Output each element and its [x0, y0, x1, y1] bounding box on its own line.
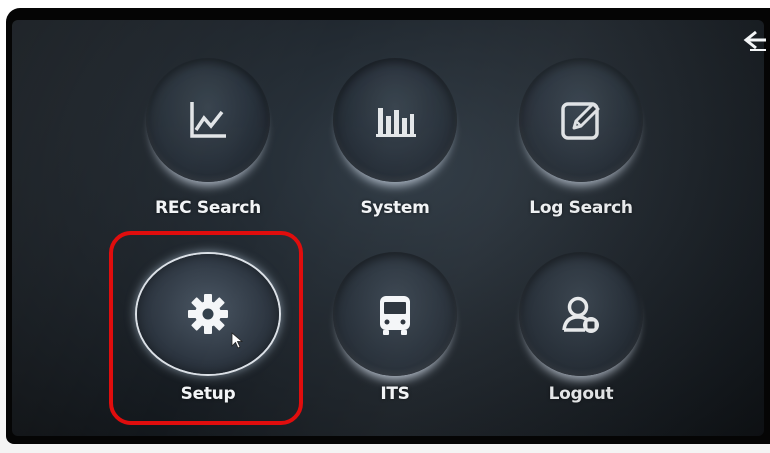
- system-label: System: [360, 198, 430, 218]
- menu-item-log-search[interactable]: Log Search: [496, 40, 666, 220]
- menu-item-logout[interactable]: Logout: [496, 234, 666, 414]
- system-button[interactable]: [333, 58, 457, 182]
- gear-icon: [188, 294, 228, 334]
- bus-icon: [380, 296, 410, 335]
- edit-icon: [561, 102, 600, 140]
- logout-label: Logout: [548, 384, 614, 404]
- log-search-button[interactable]: [519, 58, 643, 182]
- its-button[interactable]: [333, 252, 457, 376]
- user-logout-icon: [562, 296, 599, 333]
- menu-item-its[interactable]: ITS: [310, 234, 480, 414]
- menu-item-system[interactable]: System: [310, 40, 480, 220]
- setup-button[interactable]: [137, 254, 279, 374]
- mouse-cursor-icon: [231, 332, 244, 349]
- menu-item-setup[interactable]: Setup: [123, 234, 293, 414]
- line-chart-icon: [190, 102, 226, 138]
- logout-button[interactable]: [519, 252, 643, 376]
- rec-search-button[interactable]: [146, 58, 270, 182]
- log-search-label: Log Search: [529, 198, 633, 218]
- rec-search-label: REC Search: [155, 198, 261, 218]
- menu-item-rec-search[interactable]: REC Search: [123, 40, 293, 220]
- back-arrow-icon[interactable]: [740, 28, 766, 58]
- setup-label: Setup: [180, 384, 236, 404]
- its-label: ITS: [380, 384, 410, 404]
- bar-chart-icon: [376, 108, 416, 137]
- main-menu-screen: REC Search System Log Search Setup ITS L…: [12, 20, 764, 436]
